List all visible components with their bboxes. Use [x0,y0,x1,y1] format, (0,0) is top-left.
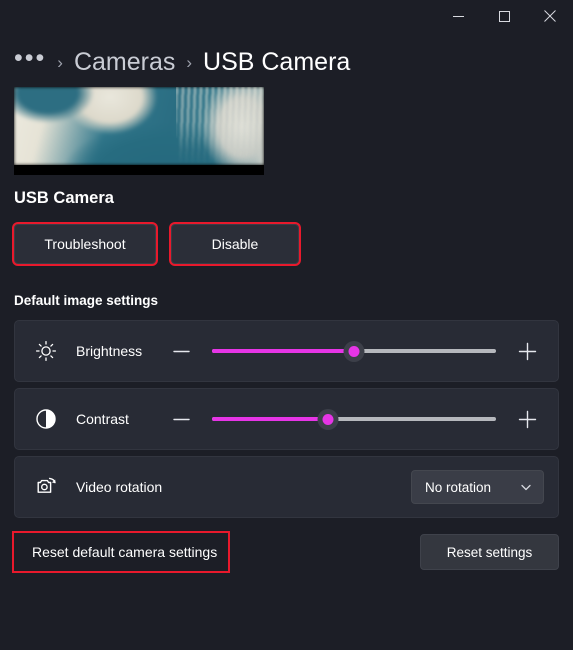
minus-icon [172,418,190,420]
brightness-slider-fill [212,349,354,353]
plus-icon [518,410,536,428]
contrast-decrease-button[interactable] [164,402,198,436]
minus-icon [172,350,190,352]
minimize-icon [452,15,464,17]
device-actions: Troubleshoot Disable [14,224,573,264]
close-button[interactable] [527,0,573,32]
breadcrumb-item-cameras[interactable]: Cameras [74,48,175,77]
brightness-slider[interactable] [212,340,496,362]
setting-row-video-rotation[interactable]: Video rotation No rotation [14,456,559,518]
page-title: USB Camera [14,189,114,207]
camera-preview-texture [176,87,264,165]
reset-settings-row: Reset default camera settings Reset sett… [14,524,559,580]
contrast-slider-fill [212,417,329,421]
breadcrumb-item-usb-camera: USB Camera [203,48,351,76]
video-rotation-dropdown[interactable]: No rotation [411,470,544,504]
close-icon [544,10,556,22]
minimize-button[interactable] [435,0,481,32]
video-rotation-icon [33,474,59,500]
setting-label-video-rotation: Video rotation [76,479,163,495]
reset-default-camera-settings-label: Reset default camera settings [14,533,228,571]
section-title-default-image-settings: Default image settings [14,293,159,308]
maximize-button[interactable] [481,0,527,32]
breadcrumb: ••• › Cameras › USB Camera [0,32,573,85]
brightness-icon [33,338,59,364]
disable-button[interactable]: Disable [171,224,299,264]
plus-icon [518,342,536,360]
settings-list: Brightness Contrast Video rotation No ro… [14,320,559,518]
setting-row-brightness[interactable]: Brightness [14,320,559,382]
brightness-slider-group [164,334,544,368]
breadcrumb-separator-2: › [186,52,193,72]
contrast-slider-thumb[interactable] [317,408,339,430]
breadcrumb-separator-1: › [57,52,63,72]
breadcrumb-overflow-button[interactable]: ••• [14,45,46,73]
setting-label-brightness: Brightness [76,343,143,359]
brightness-increase-button[interactable] [510,334,544,368]
troubleshoot-button[interactable]: Troubleshoot [14,224,156,264]
camera-preview-letterbox [14,165,264,175]
chevron-down-icon [520,481,532,493]
reset-settings-button[interactable]: Reset settings [420,534,559,570]
contrast-slider[interactable] [212,408,496,430]
contrast-slider-group [164,402,544,436]
brightness-slider-thumb[interactable] [343,340,365,362]
title-bar [0,0,573,32]
brightness-decrease-button[interactable] [164,334,198,368]
video-rotation-selected-value: No rotation [425,479,492,495]
camera-preview [14,87,264,175]
contrast-icon [33,406,59,432]
setting-row-contrast[interactable]: Contrast [14,388,559,450]
contrast-increase-button[interactable] [510,402,544,436]
setting-label-contrast: Contrast [76,411,129,427]
maximize-icon [498,10,510,22]
